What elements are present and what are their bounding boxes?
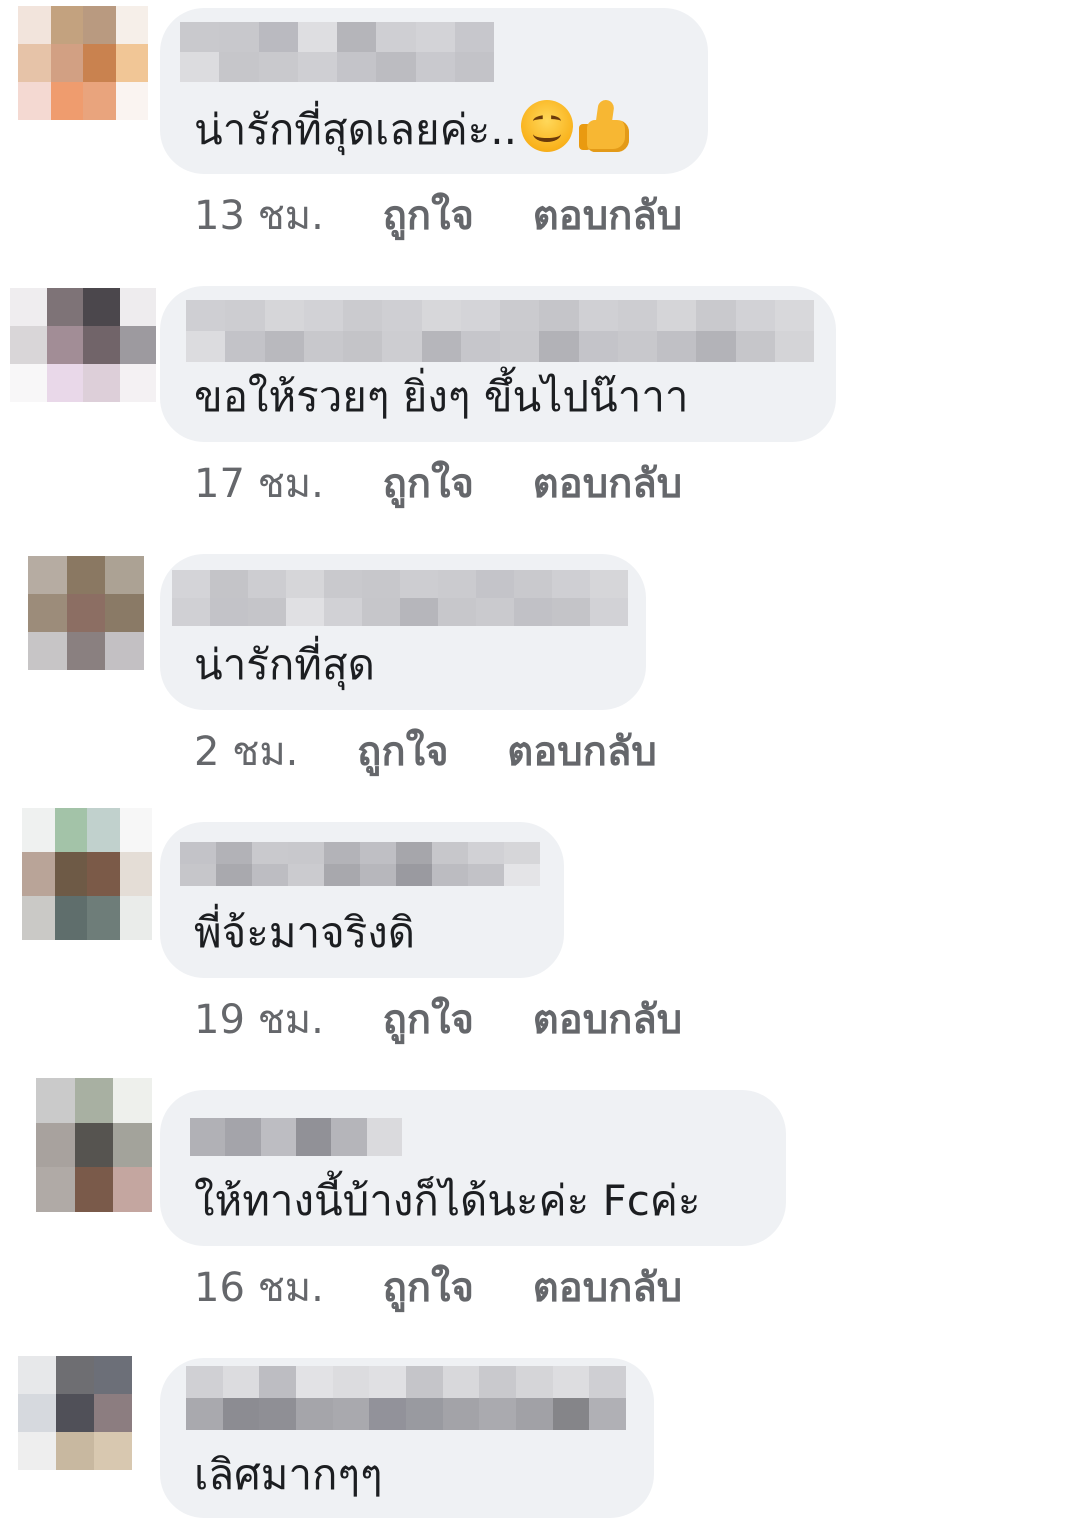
like-button[interactable]: ถูกใจ <box>383 1268 474 1308</box>
comment-timestamp: 13 ชม. <box>194 193 324 239</box>
comment-bubble[interactable]: ให้ทางนี้บ้างก็ได้นะค่ะ Fcค่ะ <box>160 1090 786 1246</box>
comment-text: พี่จ้ะมาจริงดิ <box>194 908 416 957</box>
comment-timestamp: 19 ชม. <box>194 997 324 1043</box>
reply-button[interactable]: ตอบกลับ <box>533 464 683 504</box>
comment-bubble[interactable]: ขอให้รวยๆ ยิ่งๆ ขึ้นไปน๊าาา <box>160 286 836 442</box>
comment-meta: 17 ชม. ถูกใจ ตอบกลับ <box>194 464 682 504</box>
comment-bubble[interactable]: เลิศมากๆๆ <box>160 1358 654 1518</box>
comment-timestamp: 2 ชม. <box>194 729 299 775</box>
comment-bubble[interactable]: พี่จ้ะมาจริงดิ <box>160 822 564 978</box>
author-name-redacted[interactable] <box>172 570 628 626</box>
author-name-redacted[interactable] <box>186 300 814 362</box>
comment-bubble[interactable]: น่ารักที่สุดเลยค่ะ.. <box>160 8 708 174</box>
comment-meta: 19 ชม. ถูกใจ ตอบกลับ <box>194 1000 682 1040</box>
author-name-redacted[interactable] <box>180 22 494 82</box>
avatar[interactable] <box>22 808 152 940</box>
thumbs-up-icon <box>578 98 631 152</box>
comment-timestamp: 16 ชม. <box>194 1265 324 1311</box>
avatar[interactable] <box>36 1078 152 1212</box>
comment-text: ขอให้รวยๆ ยิ่งๆ ขึ้นไปน๊าาา <box>194 372 689 421</box>
comment-text-content: น่ารักที่สุดเลยค่ะ.. <box>194 105 517 154</box>
comment-text: ให้ทางนี้บ้างก็ได้นะค่ะ Fcค่ะ <box>194 1176 701 1225</box>
comment-meta: 13 ชม. ถูกใจ ตอบกลับ <box>194 196 682 236</box>
like-button[interactable]: ถูกใจ <box>357 732 448 772</box>
comment-text: น่ารักที่สุด <box>194 640 375 689</box>
avatar[interactable] <box>18 1356 132 1470</box>
like-button[interactable]: ถูกใจ <box>383 464 474 504</box>
reply-button[interactable]: ตอบกลับ <box>533 1268 683 1308</box>
like-button[interactable]: ถูกใจ <box>383 1000 474 1040</box>
reply-button[interactable]: ตอบกลับ <box>533 1000 683 1040</box>
like-button[interactable]: ถูกใจ <box>383 196 474 236</box>
avatar[interactable] <box>28 556 144 670</box>
comment-meta: 16 ชม. ถูกใจ ตอบกลับ <box>194 1268 682 1308</box>
author-name-redacted[interactable] <box>186 1366 626 1430</box>
comment-meta: 2 ชม. ถูกใจ ตอบกลับ <box>194 732 657 772</box>
reply-button[interactable]: ตอบกลับ <box>507 732 657 772</box>
comment-timestamp: 17 ชม. <box>194 461 324 507</box>
avatar[interactable] <box>10 288 156 402</box>
avatar[interactable] <box>18 6 148 120</box>
smiling-face-icon <box>520 100 573 152</box>
author-name-redacted[interactable] <box>180 842 540 886</box>
comment-text: น่ารักที่สุดเลยค่ะ.. <box>194 98 631 152</box>
author-name-redacted[interactable] <box>190 1118 402 1156</box>
comment-bubble[interactable]: น่ารักที่สุด <box>160 554 646 710</box>
reply-button[interactable]: ตอบกลับ <box>533 196 683 236</box>
comment-text: เลิศมากๆๆ <box>194 1450 383 1499</box>
